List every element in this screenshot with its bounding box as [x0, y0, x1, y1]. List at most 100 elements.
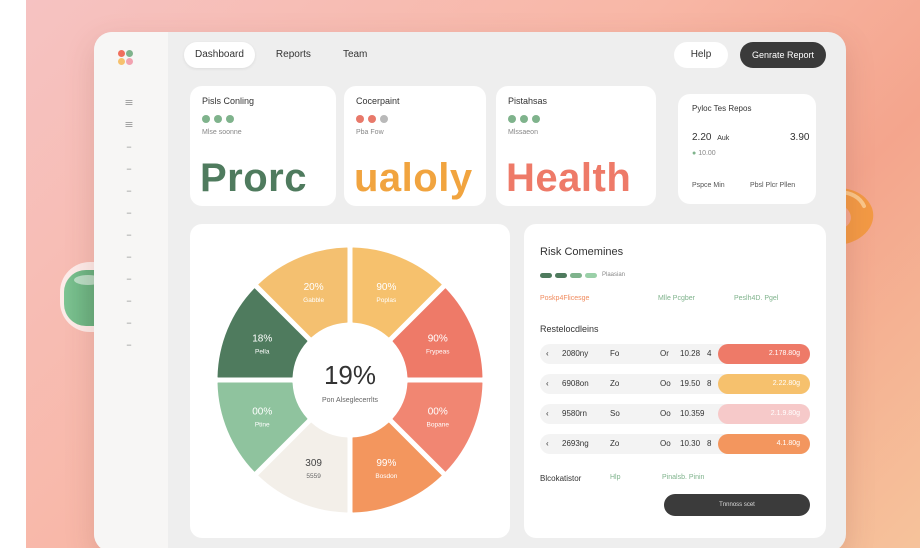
chevron-left-icon[interactable]: ‹ [546, 404, 549, 424]
summary-value-right: 3.90 [790, 132, 810, 143]
risk-category-2[interactable]: Mlle Pcgber [658, 295, 695, 302]
row-arrow: 8 [707, 379, 712, 388]
left-margin [0, 0, 26, 552]
sidebar-nav-icon[interactable]: – [122, 224, 136, 246]
row-col3: Oo [660, 409, 671, 418]
sidebar-nav-icon[interactable]: – [122, 180, 136, 202]
dashboard-window: ≡ ≡ – – – – – – – – – – Dashboard Reports Team Help… [94, 32, 846, 552]
help-button[interactable]: Help [674, 42, 728, 68]
legend-label: Plaasian [602, 272, 626, 278]
segment-label: Frypeas [426, 349, 450, 356]
kpi-card-2[interactable]: Cocerpaint Pba Fow ualoly [344, 86, 486, 206]
kpi-word-text: ualoly [354, 156, 473, 200]
tab-team[interactable]: Team [332, 42, 378, 68]
sidebar-icon-list: ≡ ≡ – – – – – – – – – – [122, 92, 136, 356]
row-number: 10.28 [680, 349, 701, 358]
list-title: Restelocdleins [540, 324, 599, 334]
sidebar-nav-icon[interactable]: – [122, 334, 136, 356]
row-value-pill: 2.22.80g [718, 374, 810, 394]
kpi-card-1[interactable]: Pisls Conling Mlse soonne Prorc [190, 86, 336, 206]
tab-reports[interactable]: Reports [265, 42, 322, 68]
summary-title: Pyloc Tes Repos [692, 104, 752, 113]
segment-value: 18% [252, 334, 272, 345]
row-id: 9580rn [562, 409, 587, 418]
sidebar-nav-icon[interactable]: – [122, 136, 136, 158]
chevron-left-icon[interactable]: ‹ [546, 374, 549, 394]
status-dot-icon: ● [692, 150, 697, 157]
row-number: 10.30 [680, 439, 701, 448]
donut-chart: 90% Poplas 90% Frypeas 00% Bopane 99% Bosdon 309… [217, 247, 483, 513]
donut-chart-panel: 90% Poplas 90% Frypeas 00% Bopane 99% Bosdon 309… [190, 224, 510, 538]
footer-left: Blcokatistor [540, 474, 582, 483]
summary-foot-left: Pspce Min [692, 182, 725, 189]
summary-unit: Auk [717, 135, 730, 142]
sidebar-nav-icon[interactable]: ≡ [122, 92, 136, 114]
footer-action-button[interactable]: Tnnnoss scet [664, 494, 810, 516]
row-col2: Fo [610, 349, 620, 358]
row-col2: So [610, 409, 620, 418]
kpi-title: Pistahsas [508, 96, 548, 106]
kpi-dots [508, 115, 540, 123]
summary-note-text: 10.00 [698, 150, 716, 157]
row-number: 10.359 [680, 409, 705, 418]
kpi-word-text: Health [506, 156, 632, 200]
table-row[interactable]: ‹ 2693ng Zo Oo 10.30 8 4.1.80g [540, 434, 810, 454]
risk-category-3[interactable]: Peslh4D. Pgel [734, 295, 778, 302]
top-navigation: Dashboard Reports Team [184, 42, 378, 68]
row-id: 2080ny [562, 349, 589, 358]
summary-note: ● 10.00 [692, 150, 716, 157]
generate-report-button[interactable]: Genrate Report [740, 42, 826, 68]
sidebar-nav-icon[interactable]: – [122, 158, 136, 180]
table-row[interactable]: ‹ 9580rn So Oo 10.359 2.1.9.80g [540, 404, 810, 424]
row-value-pill: 4.1.80g [718, 434, 810, 454]
row-value-pill: 2.1.9.80g [718, 404, 810, 424]
sidebar-nav-icon[interactable]: – [122, 202, 136, 224]
kpi-subtitle: Mlse soonne [202, 129, 242, 136]
sidebar: ≡ ≡ – – – – – – – – – – [94, 32, 168, 552]
segment-label: Pella [255, 349, 270, 356]
kpi-dots [356, 115, 388, 123]
kpi-dots [202, 115, 234, 123]
kpi-big-word: Prorc [200, 156, 307, 200]
sidebar-nav-icon[interactable]: – [122, 268, 136, 290]
row-col3: Or [660, 349, 669, 358]
sidebar-nav-icon[interactable]: – [122, 246, 136, 268]
kpi-big-word: ualoly [354, 156, 473, 200]
segment-value: 20% [304, 282, 324, 293]
sidebar-nav-icon[interactable]: – [122, 312, 136, 334]
segment-label: Poplas [376, 297, 397, 304]
row-arrow: 4 [707, 349, 712, 358]
kpi-subtitle: Mlssaeon [508, 129, 538, 136]
kpi-subtitle: Pba Fow [356, 129, 384, 136]
segment-label: Bosdon [375, 473, 397, 480]
segment-value: 99% [376, 458, 396, 469]
row-col2: Zo [610, 379, 620, 388]
row-col2: Zo [610, 439, 620, 448]
row-value-pill: 2.178.80g [718, 344, 810, 364]
risk-panel: Risk Comemines Plaasian Poskp4Flicesge M… [524, 224, 826, 538]
segment-value: 90% [376, 282, 396, 293]
table-row[interactable]: ‹ 2080ny Fo Or 10.28 4 2.178.80g [540, 344, 810, 364]
segment-label: Ptine [255, 421, 270, 428]
tab-dashboard[interactable]: Dashboard [184, 42, 255, 68]
chevron-left-icon[interactable]: ‹ [546, 344, 549, 364]
donut-center-value: 19% [324, 360, 376, 390]
segment-value: 00% [428, 406, 448, 417]
row-col3: Oo [660, 379, 671, 388]
sidebar-nav-icon[interactable]: – [122, 290, 136, 312]
summary-card[interactable]: Pyloc Tes Repos 2.20 Auk 3.90 ● 10.00 Ps… [678, 94, 816, 204]
row-id: 2693ng [562, 439, 589, 448]
donut-center-label: Pon Alseglecerrlts [322, 397, 379, 404]
table-row[interactable]: ‹ 6908on Zo Oo 19.50 8 2.22.80g [540, 374, 810, 394]
sidebar-nav-icon[interactable]: ≡ [122, 114, 136, 136]
chevron-left-icon[interactable]: ‹ [546, 434, 549, 454]
row-number: 19.50 [680, 379, 701, 388]
footer-mid: Hlp [610, 474, 621, 481]
kpi-word-text: Prorc [200, 156, 307, 200]
risk-category-1[interactable]: Poskp4Flicesge [540, 295, 589, 302]
row-arrow: 8 [707, 439, 712, 448]
segment-label: 5559 [306, 473, 321, 480]
kpi-card-3[interactable]: Pistahsas Mlssaeon Health [496, 86, 656, 206]
segment-value: 309 [305, 458, 322, 469]
bottom-margin [0, 548, 920, 552]
